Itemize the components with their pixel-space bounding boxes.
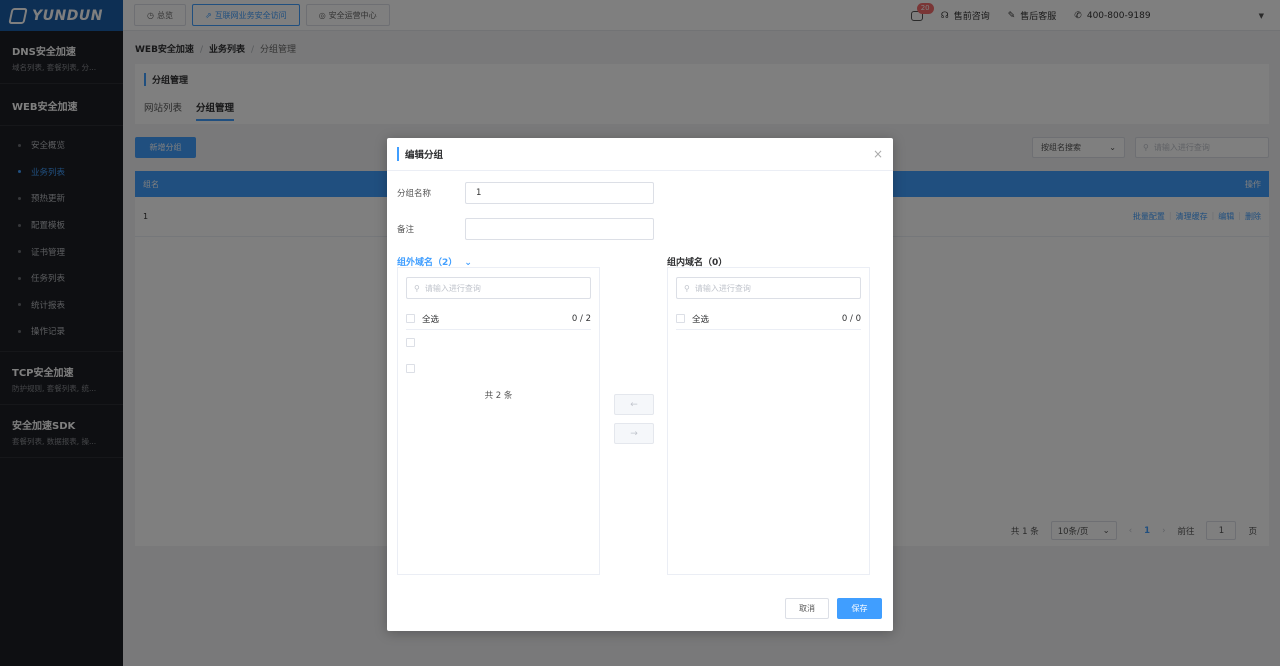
item-checkbox[interactable] xyxy=(406,338,415,347)
arrow-left-icon: ← xyxy=(630,399,638,410)
group-name-row: 分组名称 1 xyxy=(397,182,654,204)
close-icon[interactable]: × xyxy=(873,147,883,161)
search-icon: ⚲ xyxy=(684,283,690,293)
left-total: 共 2 条 xyxy=(484,391,513,401)
select-all-checkbox[interactable] xyxy=(406,314,415,323)
left-search-input[interactable]: ⚲ 请输入进行查询 xyxy=(406,277,591,299)
edit-group-dialog: 编辑分组 × 分组名称 1 备注 组外域名（2） ⌄ 组内域名（0） ⚲ 请输入… xyxy=(387,138,893,631)
arrow-right-icon: → xyxy=(630,428,638,439)
move-left-button[interactable]: ← xyxy=(614,394,654,415)
select-all-label: 全选 xyxy=(692,314,710,325)
right-select-all: 全选 0 / 0 xyxy=(676,308,861,330)
transfer-panel-right: ⚲ 请输入进行查询 全选 0 / 0 xyxy=(667,267,870,575)
search-placeholder: 请输入进行查询 xyxy=(694,283,751,293)
move-right-button[interactable]: → xyxy=(614,423,654,444)
save-button[interactable]: 保存 xyxy=(837,598,882,619)
select-all-label: 全选 xyxy=(422,314,440,325)
group-name-label: 分组名称 xyxy=(397,189,432,199)
select-all-checkbox[interactable] xyxy=(676,314,685,323)
note-label: 备注 xyxy=(397,225,415,235)
dialog-title: 编辑分组 xyxy=(397,147,443,161)
group-name-input[interactable]: 1 xyxy=(465,182,654,204)
transfer-panel-left: ⚲ 请输入进行查询 全选 0 / 2 共 2 条 xyxy=(397,267,600,575)
left-count: 0 / 2 xyxy=(571,313,591,324)
search-placeholder: 请输入进行查询 xyxy=(424,283,481,293)
search-icon: ⚲ xyxy=(414,283,420,293)
note-row: 备注 xyxy=(397,218,654,240)
note-input[interactable] xyxy=(465,218,654,240)
cancel-button[interactable]: 取消 xyxy=(785,598,829,619)
list-item[interactable] xyxy=(406,338,415,347)
left-select-all: 全选 0 / 2 xyxy=(406,308,591,330)
list-item[interactable] xyxy=(406,364,415,373)
dialog-header: 编辑分组 xyxy=(387,138,893,171)
item-checkbox[interactable] xyxy=(406,364,415,373)
right-count: 0 / 0 xyxy=(841,313,861,324)
right-search-input[interactable]: ⚲ 请输入进行查询 xyxy=(676,277,861,299)
